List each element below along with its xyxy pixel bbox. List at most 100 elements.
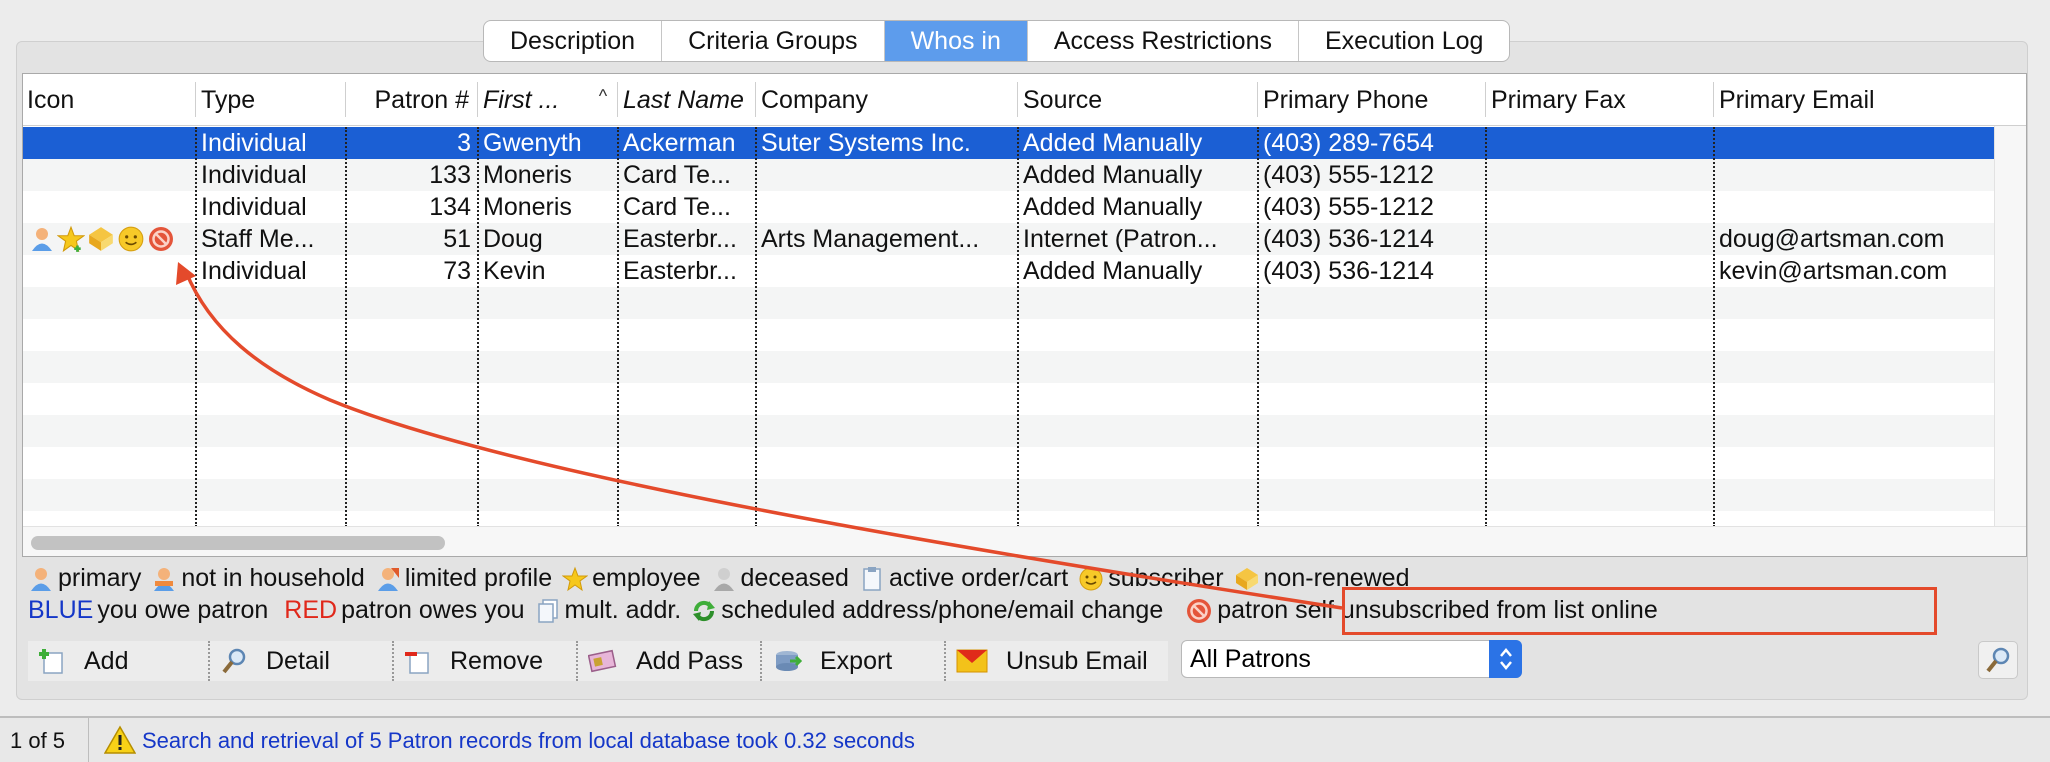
primary-icon (29, 226, 55, 252)
cell-last: Easterbr... (623, 257, 737, 285)
table-row[interactable]: Individual 3 Gwenyth Ackerman Suter Systems … (23, 127, 1995, 159)
cell-phone: (403) 536-1214 (1263, 225, 1434, 253)
scheduled-change-icon (693, 600, 716, 621)
add-pass-button[interactable]: Add Pass (578, 641, 762, 681)
pass-icon (588, 649, 617, 673)
toolbar: Add Detail Remove Add Pass Export Unsub … (28, 641, 1168, 681)
export-button[interactable]: Export (762, 641, 946, 681)
horizontal-scroll-thumb[interactable] (31, 536, 445, 550)
patron-table[interactable]: Icon Type Patron # First ... ^ Last Name… (22, 73, 2027, 557)
cell-email (1715, 159, 1995, 191)
remove-icon (405, 652, 429, 674)
cell-fax (1487, 127, 1713, 159)
status-message: Search and retrieval of 5 Patron records… (142, 728, 915, 753)
empty-row (23, 415, 1995, 447)
cell-type: Staff Me... (201, 225, 315, 253)
unsub-email-button[interactable]: Unsub Email (946, 641, 1168, 681)
cell-source: Internet (Patron... (1023, 225, 1218, 253)
unsubscribed-icon (147, 225, 175, 253)
horizontal-scrollbar[interactable] (23, 526, 2026, 556)
tab-description[interactable]: Description (484, 21, 663, 61)
row-icons (23, 255, 195, 287)
patron-filter-select[interactable]: All Patrons (1181, 640, 1522, 678)
vertical-scrollbar[interactable] (1994, 126, 2026, 526)
cell-first: Gwenyth (483, 129, 582, 157)
col-header-email[interactable]: Primary Email (1715, 74, 1995, 126)
warning-icon (104, 725, 136, 754)
cell-first: Kevin (483, 257, 546, 285)
cell-email (1715, 127, 1995, 159)
magnifier-icon (222, 648, 246, 674)
col-header-patron[interactable]: Patron # (347, 74, 477, 126)
cell-fax (1487, 223, 1713, 255)
row-icons (23, 191, 195, 223)
table-row[interactable]: Individual 73 Kevin Easterbr... Added Manual… (23, 255, 1995, 287)
tab-execution-log[interactable]: Execution Log (1299, 21, 1509, 61)
legend-mult-addr: mult. addr. (535, 596, 681, 625)
cell-patron: 133 (429, 161, 471, 189)
subscriber-icon (1079, 567, 1103, 590)
tab-bar: Description Criteria Groups Whos in Acce… (483, 20, 1511, 62)
status-bar: 1 of 5 Search and retrieval of 5 Patron … (0, 716, 2050, 762)
record-count: 1 of 5 (10, 728, 66, 753)
active-order-icon (863, 566, 881, 591)
cell-company (757, 191, 1017, 223)
col-header-first[interactable]: First ... ^ (479, 74, 617, 126)
cell-phone: (403) 536-1214 (1263, 257, 1434, 285)
cell-patron: 134 (429, 193, 471, 221)
cell-company (757, 255, 1017, 287)
cell-first: Moneris (483, 161, 572, 189)
col-header-first-label: First ... (483, 85, 560, 114)
remove-button[interactable]: Remove (394, 641, 578, 681)
cell-type: Individual (201, 257, 307, 285)
deceased-icon (713, 567, 734, 591)
detail-button[interactable]: Detail (210, 641, 394, 681)
cell-source: Added Manually (1023, 257, 1203, 285)
add-button[interactable]: Add (28, 641, 210, 681)
col-header-type[interactable]: Type (197, 74, 345, 126)
legend-subscriber: subscriber (1078, 564, 1224, 593)
row-icons (23, 223, 195, 255)
legend-active-order: active order/cart (859, 564, 1068, 593)
legend-employee: employee (562, 564, 701, 593)
cell-source: Added Manually (1023, 161, 1203, 189)
subscriber-icon (117, 225, 145, 253)
annotation-highlight-box (1342, 587, 1937, 635)
col-header-last[interactable]: Last Name (619, 74, 755, 126)
cell-patron: 3 (457, 129, 471, 157)
tab-whos-in[interactable]: Whos in (884, 21, 1028, 61)
envelope-icon (956, 649, 988, 673)
search-button[interactable] (1978, 641, 2018, 679)
col-header-fax[interactable]: Primary Fax (1487, 74, 1713, 126)
table-row[interactable]: Individual 134 Moneris Card Te... Added Manu… (23, 191, 1995, 223)
legend-deceased: deceased (711, 564, 849, 593)
employee-icon (562, 566, 589, 591)
col-header-icon[interactable]: Icon (23, 74, 195, 126)
cell-phone: (403) 555-1212 (1263, 161, 1434, 189)
col-header-company[interactable]: Company (757, 74, 1017, 126)
employee-icon (57, 225, 85, 253)
empty-row (23, 287, 1995, 319)
col-header-phone[interactable]: Primary Phone (1259, 74, 1485, 126)
col-header-source[interactable]: Source (1019, 74, 1257, 126)
cell-fax (1487, 159, 1713, 191)
sort-ascending-icon: ^ (598, 86, 607, 106)
cell-first: Moneris (483, 193, 572, 221)
cell-first: Doug (483, 225, 543, 253)
tab-access-restrictions[interactable]: Access Restrictions (1028, 21, 1299, 61)
tab-criteria-groups[interactable]: Criteria Groups (662, 21, 885, 61)
row-icons (23, 159, 195, 191)
select-stepper-icon[interactable] (1489, 640, 1522, 678)
primary-icon (31, 567, 51, 591)
table-row[interactable]: Staff Me... 51 Doug Easterbr... Arts Managem… (23, 223, 1995, 255)
search-icon (1986, 647, 2010, 673)
empty-row (23, 351, 1995, 383)
cell-type: Individual (201, 129, 307, 157)
table-row[interactable]: Individual 133 Moneris Card Te... Added Manu… (23, 159, 1995, 191)
legend-line-1: primary not in household limited profile… (28, 564, 1419, 593)
cell-last: Ackerman (623, 129, 736, 157)
cell-patron: 51 (443, 225, 471, 253)
legend-limited-profile: limited profile (375, 564, 552, 593)
empty-row (23, 479, 1995, 511)
add-icon (39, 649, 63, 674)
